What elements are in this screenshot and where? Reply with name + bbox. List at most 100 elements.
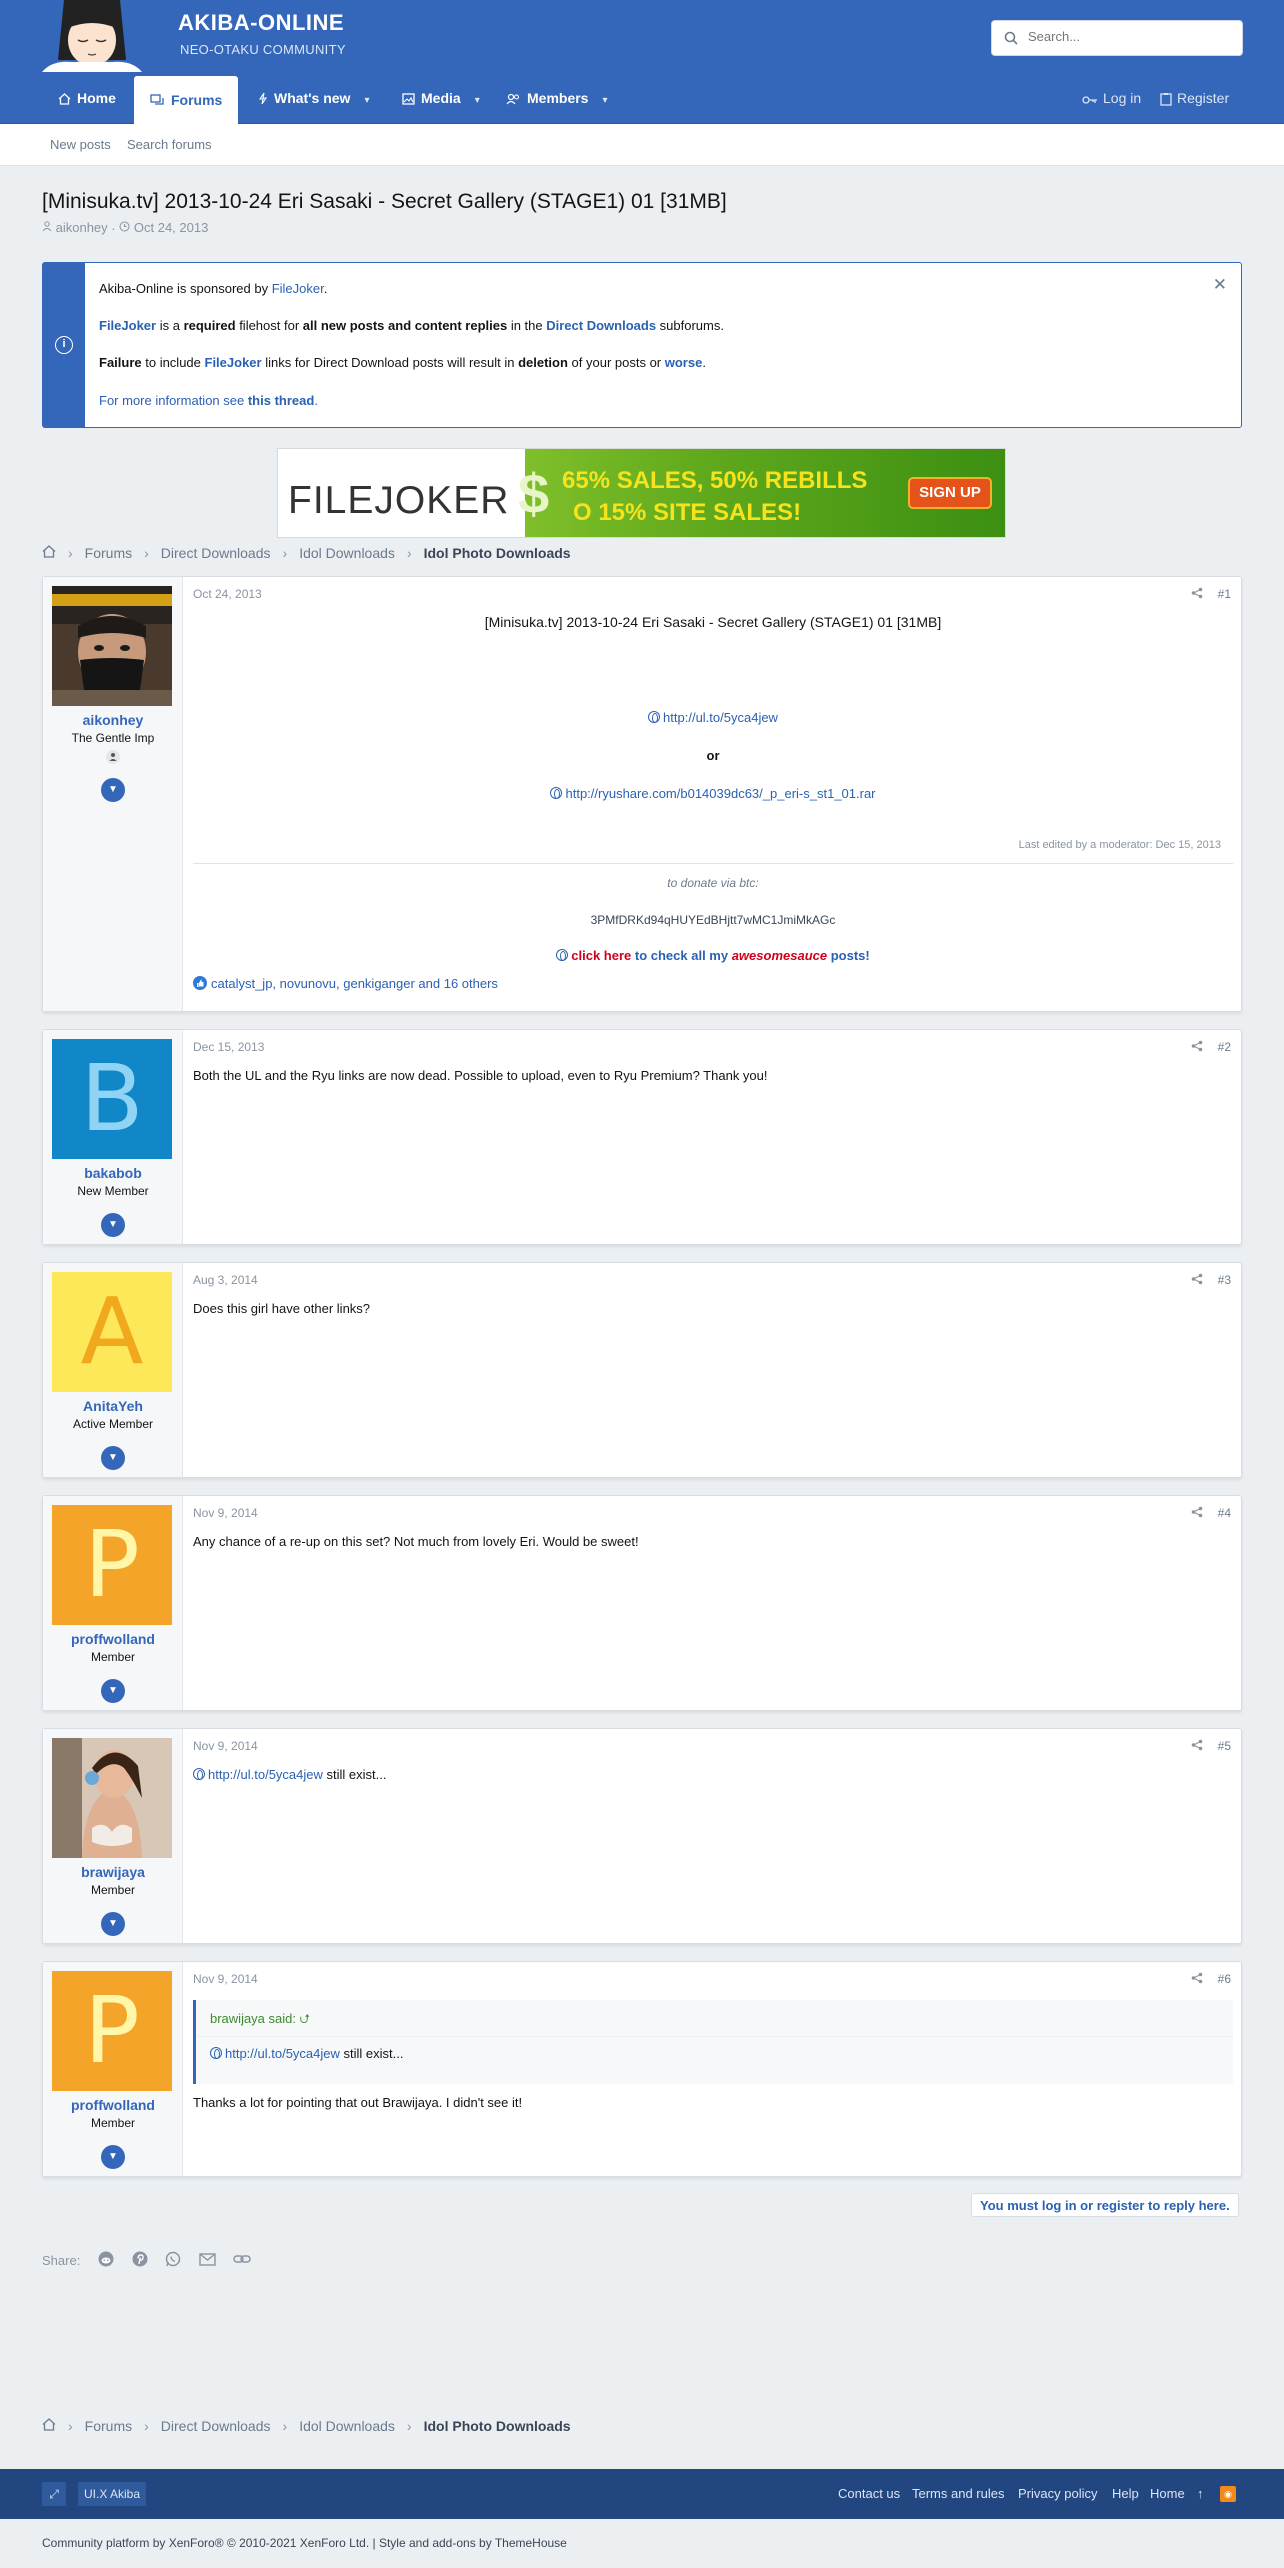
username[interactable]: aikonhey xyxy=(43,712,183,728)
share-icon[interactable] xyxy=(1191,1506,1203,1521)
breadcrumb-direct-downloads[interactable]: Direct Downloads xyxy=(161,2418,271,2434)
quote-author[interactable]: brawijaya said: ⮍ xyxy=(210,2010,310,2032)
post-date[interactable]: Nov 9, 2014 xyxy=(193,1972,258,1986)
register-label: Register xyxy=(1177,90,1230,106)
post-date[interactable]: Oct 24, 2013 xyxy=(193,587,262,601)
post-date[interactable]: Aug 3, 2014 xyxy=(193,1273,258,1287)
username[interactable]: AnitaYeh xyxy=(43,1398,183,1414)
link-icon[interactable] xyxy=(233,2253,252,2268)
nav-whats-new[interactable]: What's new ▾ xyxy=(244,72,383,124)
download-link-1[interactable]: http://ul.to/5yca4jew xyxy=(663,710,778,725)
arrow-up-icon[interactable]: ⮍ xyxy=(300,2011,310,2026)
breadcrumb-forums[interactable]: Forums xyxy=(85,2418,132,2434)
chevron-down-icon[interactable]: ▼ xyxy=(101,1213,125,1237)
username[interactable]: brawijaya xyxy=(43,1864,183,1880)
post-number[interactable]: #2 xyxy=(1218,1040,1231,1054)
style-chooser[interactable]: UI.X Akiba xyxy=(78,2482,147,2506)
chevron-down-icon[interactable]: ▼ xyxy=(101,2145,125,2169)
sign-up-button[interactable]: SIGN UP xyxy=(908,477,992,509)
avatar[interactable]: A xyxy=(52,1272,172,1392)
filejoker-banner[interactable]: FILEJOKER $ 65% SALES, 50% REBILLS O 15%… xyxy=(277,448,1006,538)
post-date[interactable]: Nov 9, 2014 xyxy=(193,1739,258,1753)
post-number[interactable]: #5 xyxy=(1218,1739,1231,1753)
post-number[interactable]: #3 xyxy=(1218,1273,1231,1287)
username[interactable]: bakabob xyxy=(43,1165,183,1181)
username[interactable]: proffwolland xyxy=(43,1631,183,1647)
arrow-up-icon[interactable]: ↑ xyxy=(1197,2486,1204,2501)
post-number[interactable]: #1 xyxy=(1218,587,1231,601)
post-number[interactable]: #4 xyxy=(1218,1506,1231,1520)
share-icon[interactable] xyxy=(1191,1040,1203,1055)
filejoker-link[interactable]: FileJoker xyxy=(205,355,262,370)
breadcrumb-idol-photo-downloads[interactable]: Idol Photo Downloads xyxy=(424,2418,571,2434)
avatar[interactable]: P xyxy=(52,1971,172,2091)
chevron-down-icon[interactable]: ▼ xyxy=(101,1912,125,1936)
post-date[interactable]: Dec 15, 2013 xyxy=(193,1040,264,1054)
avatar[interactable] xyxy=(52,1738,172,1858)
nav-members[interactable]: Members ▾ xyxy=(492,72,622,124)
whatsapp-icon[interactable] xyxy=(165,2251,181,2270)
quote-body: http://ul.to/5yca4jew still exist... xyxy=(210,2046,403,2061)
this-thread-link[interactable]: this thread xyxy=(248,393,314,408)
post-link[interactable]: http://ul.to/5yca4jew xyxy=(208,1767,323,1782)
worse-link[interactable]: worse xyxy=(665,355,703,370)
nav-home[interactable]: Home xyxy=(44,72,130,124)
share-icon[interactable] xyxy=(1191,1739,1203,1754)
search-box[interactable] xyxy=(991,20,1243,56)
footer-privacy-link[interactable]: Privacy policy xyxy=(1018,2486,1097,2501)
new-posts-link[interactable]: New posts xyxy=(50,137,111,152)
thread-date[interactable]: Oct 24, 2013 xyxy=(134,220,208,235)
login-link[interactable]: Log in xyxy=(1082,72,1141,124)
breadcrumb-idol-photo-downloads[interactable]: Idol Photo Downloads xyxy=(424,545,571,561)
post-date[interactable]: Nov 9, 2014 xyxy=(193,1506,258,1520)
direct-downloads-link[interactable]: Direct Downloads xyxy=(546,318,656,333)
breadcrumb-forums[interactable]: Forums xyxy=(85,545,132,561)
register-link[interactable]: Register xyxy=(1160,72,1229,124)
breadcrumb-direct-downloads[interactable]: Direct Downloads xyxy=(161,545,271,561)
click-here-link[interactable]: click here xyxy=(571,948,631,963)
pinterest-icon[interactable] xyxy=(132,2251,148,2270)
post-body: Thanks a lot for pointing that out Brawi… xyxy=(193,2095,523,2110)
share-icon[interactable] xyxy=(1191,1273,1203,1288)
close-icon[interactable]: ✕ xyxy=(1213,275,1227,295)
footer-help-link[interactable]: Help xyxy=(1112,2486,1139,2501)
quote-link[interactable]: http://ul.to/5yca4jew xyxy=(225,2046,340,2061)
footer-terms-link[interactable]: Terms and rules xyxy=(912,2486,1004,2501)
avatar[interactable]: P xyxy=(52,1505,172,1625)
share-icon[interactable] xyxy=(1191,1972,1203,1987)
post-number[interactable]: #6 xyxy=(1218,1972,1231,1986)
avatar[interactable]: B xyxy=(52,1039,172,1159)
chevron-down-icon[interactable]: ▾ xyxy=(602,95,607,106)
breadcrumb-idol-downloads[interactable]: Idol Downloads xyxy=(299,545,395,561)
chevron-down-icon[interactable]: ▾ xyxy=(364,95,369,106)
login-to-reply-notice[interactable]: You must log in or register to reply her… xyxy=(971,2193,1239,2217)
reactions-list[interactable]: catalyst_jp, novunovu, genkiganger and 1… xyxy=(211,976,498,991)
site-title[interactable]: AKIBA-ONLINE xyxy=(178,10,344,36)
chevron-down-icon[interactable]: ▼ xyxy=(101,1679,125,1703)
search-input[interactable] xyxy=(1028,29,1228,44)
chevron-down-icon[interactable]: ▼ xyxy=(101,778,125,802)
expand-icon[interactable]: ⤢ xyxy=(42,2482,66,2506)
username[interactable]: proffwolland xyxy=(43,2097,183,2113)
nav-media[interactable]: Media ▾ xyxy=(388,72,494,124)
reddit-icon[interactable] xyxy=(98,2251,114,2270)
thread-author[interactable]: aikonhey xyxy=(56,220,108,235)
home-icon xyxy=(58,93,71,105)
footer-contact-link[interactable]: Contact us xyxy=(838,2486,900,2501)
filejoker-link[interactable]: FileJoker xyxy=(272,281,324,296)
rss-icon[interactable]: ◉ xyxy=(1220,2486,1236,2502)
chevron-down-icon[interactable]: ▾ xyxy=(475,95,480,106)
logo-mascot[interactable] xyxy=(42,0,142,72)
footer-home-link[interactable]: Home xyxy=(1150,2486,1185,2501)
share-icon[interactable] xyxy=(1191,587,1203,602)
avatar[interactable] xyxy=(52,586,172,706)
nav-forums[interactable]: Forums xyxy=(134,76,239,124)
email-icon[interactable] xyxy=(199,2252,216,2269)
search-forums-link[interactable]: Search forums xyxy=(127,137,212,152)
breadcrumb-idol-downloads[interactable]: Idol Downloads xyxy=(299,2418,395,2434)
home-icon[interactable] xyxy=(42,545,56,561)
chevron-down-icon[interactable]: ▼ xyxy=(101,1446,125,1470)
home-icon[interactable] xyxy=(42,2418,56,2434)
filejoker-link[interactable]: FileJoker xyxy=(99,318,156,333)
download-link-2[interactable]: http://ryushare.com/b014039dc63/_p_eri-s… xyxy=(565,786,875,801)
